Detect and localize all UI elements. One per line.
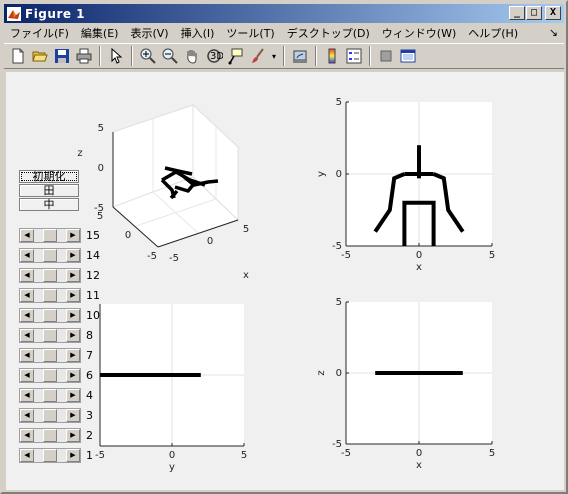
- title-bar[interactable]: Figure 1 _ □ X: [4, 4, 564, 23]
- rotate-3d-button[interactable]: 3D: [203, 45, 225, 67]
- x-tick-label: 0: [416, 448, 422, 459]
- menu-help[interactable]: ヘルプ(H): [462, 25, 524, 41]
- x-tick-label: 5: [489, 250, 495, 261]
- data-cursor-button[interactable]: [225, 45, 247, 67]
- x-tick-label: 0: [207, 236, 213, 247]
- x-tick-label: -5: [95, 450, 105, 461]
- menu-insert[interactable]: 挿入(I): [175, 25, 221, 41]
- toolbar-separator: [369, 46, 371, 66]
- hide-plot-tools-button[interactable]: [375, 45, 397, 67]
- brush-dropdown-button[interactable]: ▾: [269, 45, 279, 67]
- plots-svg[interactable]: -5 0 5-505xy-5 0 5y-5 0 5-505xz50-5z50-5 -505x: [6, 72, 564, 490]
- link-icon: [293, 50, 307, 63]
- x-axis-label: y: [169, 462, 175, 473]
- legend-button[interactable]: [343, 45, 365, 67]
- y-tick-label: -5: [147, 251, 157, 262]
- y-tick-label: 5: [336, 97, 342, 108]
- menu-view[interactable]: 表示(V): [124, 25, 174, 41]
- figure-toolbar: 3D ▾: [4, 43, 564, 69]
- figure-canvas: 初期化 田 中 ◀ ▶ 15 ◀ ▶ 14 ◀ ▶ 12 ◀ ▶ 11 ◀ ▶ 10 ◀ ▶ 8 ◀ ▶ 7 ◀ ▶ 6 ◀ ▶ 4…: [6, 72, 564, 490]
- x-tick-label: -5: [341, 448, 351, 459]
- matlab-logo-icon: [7, 6, 21, 21]
- zoom-in-button[interactable]: [137, 45, 159, 67]
- x-axis-label: x: [416, 262, 422, 273]
- data-cursor-icon: [228, 48, 243, 65]
- y-tick-label: 5: [336, 297, 342, 308]
- menu-desktop[interactable]: デスクトップ(D): [281, 25, 376, 41]
- toolbar-separator: [131, 46, 133, 66]
- pan-icon: [187, 50, 197, 64]
- maximize-button[interactable]: □: [526, 6, 542, 20]
- y-tick-label: 0: [336, 368, 342, 379]
- brush-icon: [252, 48, 264, 63]
- menu-bar: ファイル(F) 編集(E) 表示(V) 挿入(I) ツール(T) デスクトップ(…: [4, 24, 564, 42]
- hide-plot-tools-icon: [380, 50, 392, 62]
- save-icon: [55, 49, 69, 63]
- figure-window: Figure 1 _ □ X ファイル(F) 編集(E) 表示(V) 挿入(I)…: [0, 0, 568, 494]
- y-tick-label: 0: [336, 169, 342, 180]
- toolbar-separator: [99, 46, 101, 66]
- window-title: Figure 1: [25, 6, 86, 21]
- menu-window[interactable]: ウィンドウ(W): [376, 25, 462, 41]
- show-plot-tools-button[interactable]: [397, 45, 419, 67]
- print-icon: [76, 48, 92, 64]
- z-axis-label: z: [77, 148, 82, 159]
- open-icon: [32, 51, 48, 62]
- x-axis-label: x: [416, 460, 422, 471]
- svg-text:3D: 3D: [210, 51, 223, 62]
- zoom-out-button[interactable]: [159, 45, 181, 67]
- toolbar-separator: [315, 46, 317, 66]
- y-axis-label: y: [316, 171, 327, 177]
- maximize-icon: □: [530, 7, 538, 18]
- x-tick-label: 5: [243, 224, 249, 235]
- y-tick-label: 0: [125, 230, 131, 241]
- open-button[interactable]: [29, 45, 51, 67]
- chevron-down-icon: ▾: [271, 51, 276, 61]
- show-plot-tools-icon: [400, 49, 416, 63]
- toolbar-separator: [283, 46, 285, 66]
- new-figure-icon: [12, 48, 24, 64]
- minimize-button[interactable]: _: [509, 6, 525, 20]
- minimize-icon: _: [513, 7, 521, 18]
- y-tick-label: -5: [332, 439, 342, 450]
- menu-file[interactable]: ファイル(F): [4, 25, 75, 41]
- zoom-in-icon: [140, 48, 156, 64]
- y-tick-label: 5: [97, 211, 103, 222]
- x-tick-label: 0: [169, 450, 175, 461]
- z-tick-label: 5: [98, 123, 104, 134]
- y-tick-label: -5: [332, 241, 342, 252]
- pointer-icon: [111, 47, 123, 64]
- x-tick-label: -5: [169, 253, 179, 264]
- x-tick-label: 5: [489, 448, 495, 459]
- z-tick-label: 0: [98, 163, 104, 174]
- zoom-out-icon: [162, 48, 178, 64]
- brush-button[interactable]: [247, 45, 269, 67]
- dock-arrow-icon[interactable]: ↘: [549, 26, 558, 39]
- rotate-3d-icon: 3D: [207, 49, 223, 63]
- new-figure-button[interactable]: [7, 45, 29, 67]
- close-button[interactable]: X: [545, 6, 561, 20]
- pan-button[interactable]: [181, 45, 203, 67]
- x-tick-label: 0: [416, 250, 422, 261]
- link-plot-button[interactable]: [289, 45, 311, 67]
- menu-tools[interactable]: ツール(T): [220, 25, 280, 41]
- save-button[interactable]: [51, 45, 73, 67]
- edit-plot-button[interactable]: [105, 45, 127, 67]
- print-button[interactable]: [73, 45, 95, 67]
- x-tick-label: 5: [241, 450, 247, 461]
- menu-edit[interactable]: 編集(E): [75, 25, 125, 41]
- legend-icon: [346, 48, 362, 64]
- y-axis-label: z: [316, 370, 327, 375]
- x-axis-label: x: [243, 270, 249, 281]
- colorbar-icon: [328, 48, 336, 64]
- colorbar-button[interactable]: [321, 45, 343, 67]
- close-icon: X: [549, 7, 557, 18]
- x-tick-label: -5: [341, 250, 351, 261]
